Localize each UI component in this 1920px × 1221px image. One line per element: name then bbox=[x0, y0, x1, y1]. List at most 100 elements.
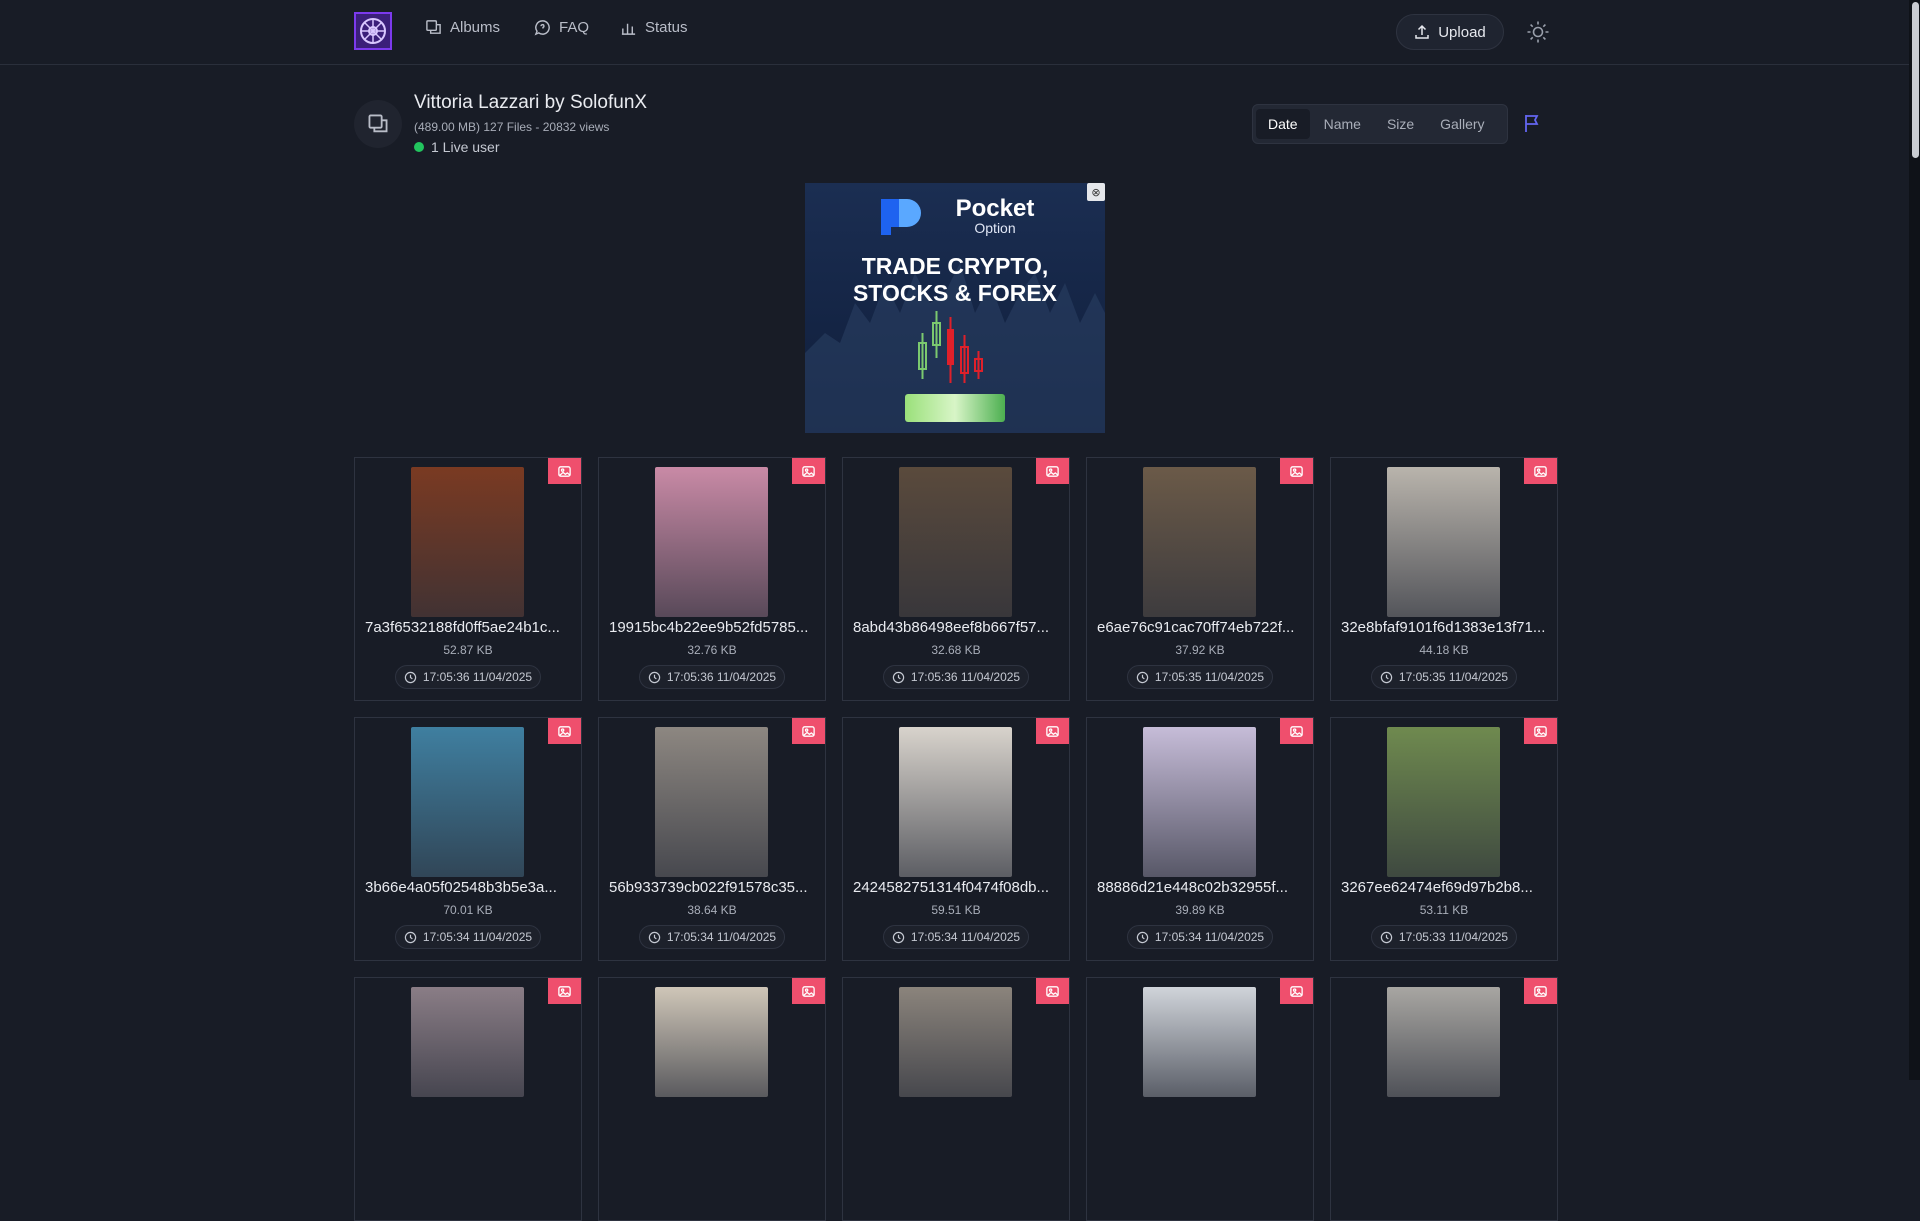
advertisement-banner[interactable]: ⊗ Pocket Option TRADE CRYPTO, STOCKS & F… bbox=[805, 183, 1105, 433]
file-card[interactable]: 7a3f6532188fd0ff5ae24b1c... 52.87 KB 17:05… bbox=[354, 457, 582, 701]
file-card[interactable] bbox=[598, 977, 826, 1221]
clock-icon bbox=[892, 931, 905, 943]
clock-icon bbox=[648, 931, 661, 943]
nav-albums[interactable]: Albums bbox=[425, 19, 500, 36]
file-date-label: 17:05:33 11/04/2025 bbox=[1398, 930, 1509, 944]
file-card[interactable]: 2424582751314f0474f08db... 59.51 KB 17:05:… bbox=[842, 717, 1070, 961]
image-icon bbox=[1290, 725, 1303, 737]
file-date: 17:05:35 11/04/2025 bbox=[1127, 665, 1273, 689]
sort-name-button[interactable]: Name bbox=[1312, 109, 1373, 139]
file-thumbnail[interactable] bbox=[655, 987, 768, 1097]
upload-button[interactable]: Upload bbox=[1396, 14, 1504, 50]
file-name[interactable]: 7a3f6532188fd0ff5ae24b1c... bbox=[365, 619, 573, 636]
file-thumbnail[interactable] bbox=[655, 727, 768, 877]
image-icon bbox=[802, 465, 815, 477]
album-meta: (489.00 MB) 127 Files - 20832 views bbox=[414, 120, 610, 134]
scrollbar-thumb[interactable] bbox=[1912, 2, 1919, 158]
top-navbar: Albums FAQ Status Upload bbox=[0, 0, 1909, 65]
file-thumbnail[interactable] bbox=[1387, 467, 1500, 617]
file-name[interactable]: 3b66e4a05f02548b3b5e3a... bbox=[365, 879, 573, 896]
file-date: 17:05:33 11/04/2025 bbox=[1371, 925, 1517, 949]
file-size: 37.92 KB bbox=[1175, 643, 1225, 657]
file-card[interactable]: 56b933739cb022f91578c35... 38.64 KB 17:05:… bbox=[598, 717, 826, 961]
sort-size-button[interactable]: Size bbox=[1375, 109, 1426, 139]
file-card[interactable]: 3267ee62474ef69d97b2b8... 53.11 KB 17:05:3… bbox=[1330, 717, 1558, 961]
file-date-label: 17:05:36 11/04/2025 bbox=[666, 670, 777, 684]
file-date: 17:05:36 11/04/2025 bbox=[883, 665, 1029, 689]
file-thumbnail[interactable] bbox=[411, 727, 524, 877]
file-card[interactable]: 3b66e4a05f02548b3b5e3a... 70.01 KB 17:05:3… bbox=[354, 717, 582, 961]
ad-headline-line-1: TRADE CRYPTO, bbox=[861, 253, 1049, 279]
clock-icon bbox=[1136, 671, 1149, 683]
file-card[interactable] bbox=[842, 977, 1070, 1221]
status-icon bbox=[621, 23, 636, 35]
file-size: 52.87 KB bbox=[443, 643, 493, 657]
nav-faq[interactable]: FAQ bbox=[534, 19, 589, 36]
file-thumbnail[interactable] bbox=[899, 467, 1012, 617]
file-thumbnail[interactable] bbox=[1387, 727, 1500, 877]
file-size: 32.68 KB bbox=[931, 643, 981, 657]
file-name[interactable]: 3267ee62474ef69d97b2b8... bbox=[1341, 879, 1549, 896]
image-type-badge bbox=[792, 978, 825, 1004]
file-thumbnail[interactable] bbox=[1143, 467, 1256, 617]
file-name[interactable]: 19915bc4b22ee9b52fd5785... bbox=[609, 619, 817, 636]
file-date-label: 17:05:34 11/04/2025 bbox=[666, 930, 777, 944]
file-date-label: 17:05:34 11/04/2025 bbox=[1154, 930, 1265, 944]
file-date: 17:05:34 11/04/2025 bbox=[1127, 925, 1273, 949]
file-thumbnail[interactable] bbox=[1143, 987, 1256, 1097]
file-date-label: 17:05:36 11/04/2025 bbox=[422, 670, 533, 684]
file-thumbnail[interactable] bbox=[655, 467, 768, 617]
file-name[interactable]: 2424582751314f0474f08db... bbox=[853, 879, 1061, 896]
file-card[interactable] bbox=[354, 977, 582, 1221]
file-date-label: 17:05:35 11/04/2025 bbox=[1398, 670, 1509, 684]
image-icon bbox=[1290, 465, 1303, 477]
file-name[interactable]: 56b933739cb022f91578c35... bbox=[609, 879, 817, 896]
clock-icon bbox=[648, 671, 661, 683]
file-card[interactable]: 19915bc4b22ee9b52fd5785... 32.76 KB 17:05:… bbox=[598, 457, 826, 701]
file-card[interactable]: 32e8bfaf9101f6d1383e13f71... 44.18 KB 17:0… bbox=[1330, 457, 1558, 701]
image-type-badge bbox=[1524, 458, 1557, 484]
file-thumbnail[interactable] bbox=[899, 987, 1012, 1097]
file-thumbnail[interactable] bbox=[1387, 987, 1500, 1097]
file-card[interactable]: 88886d21e448c02b32955f... 39.89 KB 17:05:3… bbox=[1086, 717, 1314, 961]
clock-icon bbox=[404, 931, 417, 943]
file-thumbnail[interactable] bbox=[899, 727, 1012, 877]
scrollbar-track[interactable] bbox=[1909, 0, 1920, 1080]
image-icon bbox=[558, 725, 571, 737]
image-type-badge bbox=[792, 718, 825, 744]
clock-icon bbox=[892, 671, 905, 683]
file-name[interactable]: e6ae76c91cac70ff74eb722f... bbox=[1097, 619, 1305, 636]
file-name[interactable]: 88886d21e448c02b32955f... bbox=[1097, 879, 1305, 896]
sun-icon[interactable] bbox=[1526, 20, 1550, 44]
file-thumbnail[interactable] bbox=[411, 467, 524, 617]
image-type-badge bbox=[1280, 718, 1313, 744]
file-card[interactable]: 8abd43b86498eef8b667f57... 32.68 KB 17:05:… bbox=[842, 457, 1070, 701]
clock-icon bbox=[404, 671, 417, 683]
file-thumbnail[interactable] bbox=[411, 987, 524, 1097]
file-card[interactable] bbox=[1330, 977, 1558, 1221]
sort-date-button[interactable]: Date bbox=[1256, 109, 1310, 139]
file-date: 17:05:36 11/04/2025 bbox=[639, 665, 785, 689]
file-card[interactable] bbox=[1086, 977, 1314, 1221]
ad-cta-button[interactable] bbox=[905, 394, 1005, 422]
site-logo[interactable] bbox=[354, 12, 392, 50]
nav-status[interactable]: Status bbox=[620, 19, 688, 36]
image-type-badge bbox=[1280, 978, 1313, 1004]
file-size: 53.11 KB bbox=[1419, 903, 1469, 917]
ad-headline: TRADE CRYPTO, STOCKS & FOREX bbox=[805, 253, 1105, 307]
sort-gallery-button[interactable]: Gallery bbox=[1428, 109, 1496, 139]
file-thumbnail[interactable] bbox=[1143, 727, 1256, 877]
live-users-label: 1 Live user bbox=[431, 139, 500, 155]
ad-headline-line-2: STOCKS & FOREX bbox=[852, 280, 1058, 306]
file-name[interactable]: 32e8bfaf9101f6d1383e13f71... bbox=[1341, 619, 1549, 636]
flag-icon[interactable] bbox=[1521, 112, 1543, 134]
file-date: 17:05:34 11/04/2025 bbox=[883, 925, 1029, 949]
image-type-badge bbox=[1036, 458, 1069, 484]
file-card[interactable]: e6ae76c91cac70ff74eb722f... 37.92 KB 17:05… bbox=[1086, 457, 1314, 701]
sort-toggle-group: Date Name Size Gallery bbox=[1252, 104, 1508, 144]
file-name[interactable]: 8abd43b86498eef8b667f57... bbox=[853, 619, 1061, 636]
live-dot bbox=[414, 142, 424, 152]
live-users: 1 Live user bbox=[414, 139, 499, 155]
image-icon bbox=[802, 985, 815, 997]
faq-icon bbox=[534, 20, 550, 36]
